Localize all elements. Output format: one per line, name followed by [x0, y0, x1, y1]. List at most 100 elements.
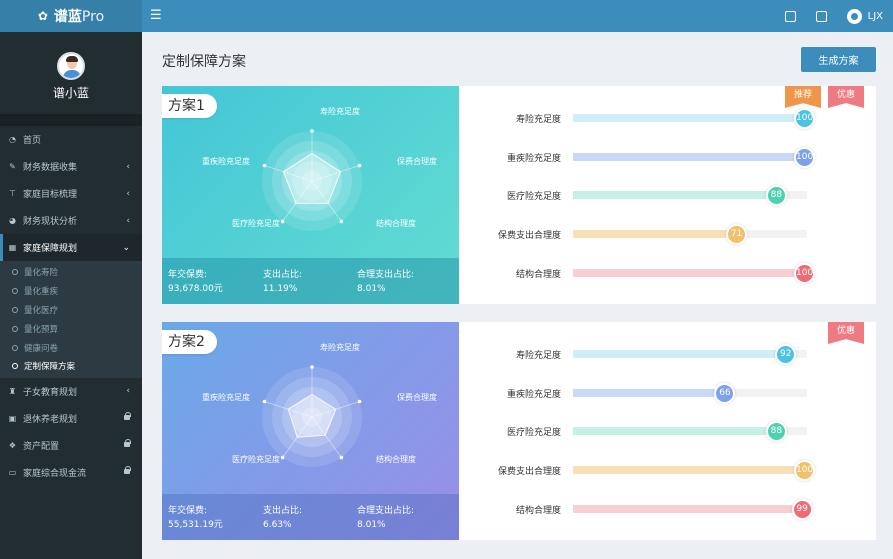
- brand-logo[interactable]: ✿ 谱蓝Pro: [0, 0, 142, 32]
- plan-card[interactable]: 方案1 寿险充足度 保费合理度 结构合理度 医疗险充足度 重疾险充足度 年交保费: 93,67…: [162, 86, 876, 304]
- score-fill: [573, 388, 728, 397]
- radar-axis-dot: [339, 219, 344, 224]
- calendar-icon: ▣: [8, 413, 17, 423]
- radar-chart: 寿险充足度 保费合理度 结构合理度 医疗险充足度 重疾险充足度: [192, 106, 437, 266]
- sidebar-item[interactable]: ▦ 家庭保障规划 ⌄: [0, 234, 142, 261]
- plan-stat-value: 6.63%: [263, 520, 292, 530]
- plan-summary: 方案2 寿险充足度 保费合理度 结构合理度 医疗险充足度 重疾险充足度 年交保费: 55,53…: [162, 322, 459, 540]
- money-icon: ▭: [8, 467, 17, 477]
- plan-stat-value: 93,678.00元: [168, 284, 223, 294]
- score-value-badge: 88: [765, 421, 787, 443]
- submenu-item[interactable]: 定制保障方案: [0, 357, 142, 376]
- sidebar-item-label: 财务数据收集: [23, 163, 78, 173]
- submenu-item[interactable]: 量化寿险: [0, 263, 142, 282]
- score-value-badge: 100: [794, 146, 815, 168]
- document-icon[interactable]: [815, 10, 827, 22]
- plan-summary: 方案1 寿险充足度 保费合理度 结构合理度 医疗险充足度 重疾险充足度 年交保费: 93,67…: [162, 86, 459, 304]
- lock-icon: [124, 412, 131, 423]
- score-label: 保费支出合理度: [497, 467, 561, 478]
- plan-stat-label: 合理支出占比:: [357, 506, 415, 516]
- radar-axis-label: 寿险充足度: [320, 107, 360, 116]
- score-row: 寿险充足度 100: [459, 108, 876, 129]
- score-track: 100: [573, 262, 815, 284]
- score-value-badge: 100: [794, 108, 815, 129]
- score-row: 寿险充足度 92: [459, 344, 876, 365]
- recommended-badge: 推荐: [785, 86, 821, 108]
- plan-scores: 寿险充足度 92 重疾险充足度 66 医疗险充足度 88 保费支出合理度 100 结构合理度 99…: [459, 322, 876, 540]
- score-row: 保费支出合理度 100: [459, 460, 876, 482]
- score-label: 重疾险充足度: [506, 153, 561, 164]
- sidebar-item[interactable]: ♜ 子女教育规划 ‹: [0, 378, 142, 405]
- plan-footer: 年交保费: 93,678.00元 支出占比: 11.19% 合理支出占比: 8.01%: [162, 258, 459, 304]
- apps-icon[interactable]: [784, 10, 796, 22]
- sidebar-item[interactable]: ✎ 财务数据收集 ‹: [0, 153, 142, 180]
- score-fill: [573, 466, 807, 475]
- menu-toggle-icon[interactable]: ☰: [150, 8, 162, 23]
- sidebar-item[interactable]: ▭ 家庭综合现金流: [0, 459, 142, 486]
- plan-stat: 支出占比: 11.19%: [263, 268, 302, 296]
- circle-icon: [12, 288, 18, 295]
- submenu-item[interactable]: 健康问卷: [0, 338, 142, 357]
- radar-chart: 寿险充足度 保费合理度 结构合理度 医疗险充足度 重疾险充足度: [192, 342, 437, 502]
- score-value-badge: 88: [765, 185, 787, 207]
- circle-icon: [12, 344, 18, 351]
- sidebar-item[interactable]: ◔ 首页: [0, 126, 142, 153]
- sidebar-item[interactable]: ▣ 退休养老规划: [0, 405, 142, 432]
- submenu-item-label: 量化重疾: [24, 287, 59, 298]
- radar-axis-label: 重疾险充足度: [202, 157, 250, 166]
- score-row: 保费支出合理度 71: [459, 224, 876, 246]
- circle-icon: [12, 325, 18, 332]
- sidebar-item-label: 家庭综合现金流: [23, 468, 87, 479]
- logo-icon: ✿: [37, 9, 48, 23]
- plan-stat-value: 55,531.19元: [168, 520, 223, 530]
- score-label: 结构合理度: [515, 505, 561, 516]
- radar-axis-label: 结构合理度: [376, 219, 416, 228]
- submenu-item-label: 量化寿险: [24, 268, 59, 279]
- submenu-item-label: 量化预算: [24, 324, 59, 335]
- radar-axis-dot: [357, 399, 362, 404]
- plan-card[interactable]: 方案2 寿险充足度 保费合理度 结构合理度 医疗险充足度 重疾险充足度 年交保费: 55,53…: [162, 322, 876, 540]
- plan-stat-label: 年交保费:: [168, 506, 208, 516]
- user-name: LJX: [867, 10, 883, 22]
- radar-axis-label: 结构合理度: [376, 455, 416, 464]
- score-track: 99: [573, 498, 813, 520]
- user-panel: 谱小蓝: [0, 32, 142, 114]
- score-fill: [573, 350, 789, 358]
- plan-stat-label: 年交保费:: [168, 270, 208, 280]
- sidebar-item[interactable]: ◕ 财务现状分析 ‹: [0, 207, 142, 234]
- edit-icon: ✎: [9, 162, 16, 171]
- score-value-badge: 71: [726, 224, 748, 246]
- radar-axis-label: 保费合理度: [397, 393, 437, 402]
- score-fill: [573, 230, 740, 239]
- submenu-item[interactable]: 量化医疗: [0, 301, 142, 320]
- user-menu[interactable]: LJX: [846, 8, 883, 24]
- score-row: 结构合理度 100: [459, 262, 876, 284]
- sidebar-item[interactable]: ❖ 资产配置: [0, 432, 142, 459]
- sidebar-item[interactable]: ⊤ 家庭目标梳理 ‹: [0, 180, 142, 207]
- sidebar: 谱小蓝 ◔ 首页 ✎ 财务数据收集 ‹ ⊤ 家庭目标梳理 ‹ ◕ 财务现状分析 ‹ ▦ 家庭保障规划 ⌄ …: [0, 32, 142, 559]
- plan-stat-label: 合理支出占比:: [357, 270, 415, 280]
- score-label: 医疗险充足度: [506, 428, 561, 439]
- lock-icon: [124, 439, 131, 450]
- sidebar-item-label: 首页: [23, 136, 42, 146]
- score-label: 医疗险充足度: [506, 192, 561, 203]
- top-navbar: ✿ 谱蓝Pro ☰ LJX: [0, 0, 893, 32]
- avatar: [57, 52, 85, 80]
- sidebar-item-label: 财务现状分析: [23, 217, 78, 227]
- submenu-item[interactable]: 量化预算: [0, 319, 142, 338]
- submenu-item[interactable]: 量化重疾: [0, 282, 142, 301]
- score-track: 100: [573, 108, 815, 129]
- score-track: 88: [573, 185, 807, 207]
- score-track: 71: [573, 224, 807, 246]
- score-label: 保费支出合理度: [497, 231, 561, 242]
- radar-axis-label: 保费合理度: [397, 157, 437, 166]
- generate-plan-button[interactable]: 生成方案: [801, 47, 876, 72]
- score-label: 寿险充足度: [515, 115, 561, 125]
- plan-stat-label: 支出占比:: [263, 506, 303, 516]
- score-fill: [573, 427, 779, 436]
- plan-stat-value: 11.19%: [263, 284, 298, 294]
- score-fill: [573, 504, 805, 513]
- score-value-badge: 99: [791, 498, 813, 520]
- plan-stat: 合理支出占比: 8.01%: [357, 268, 414, 296]
- score-fill: [573, 152, 807, 161]
